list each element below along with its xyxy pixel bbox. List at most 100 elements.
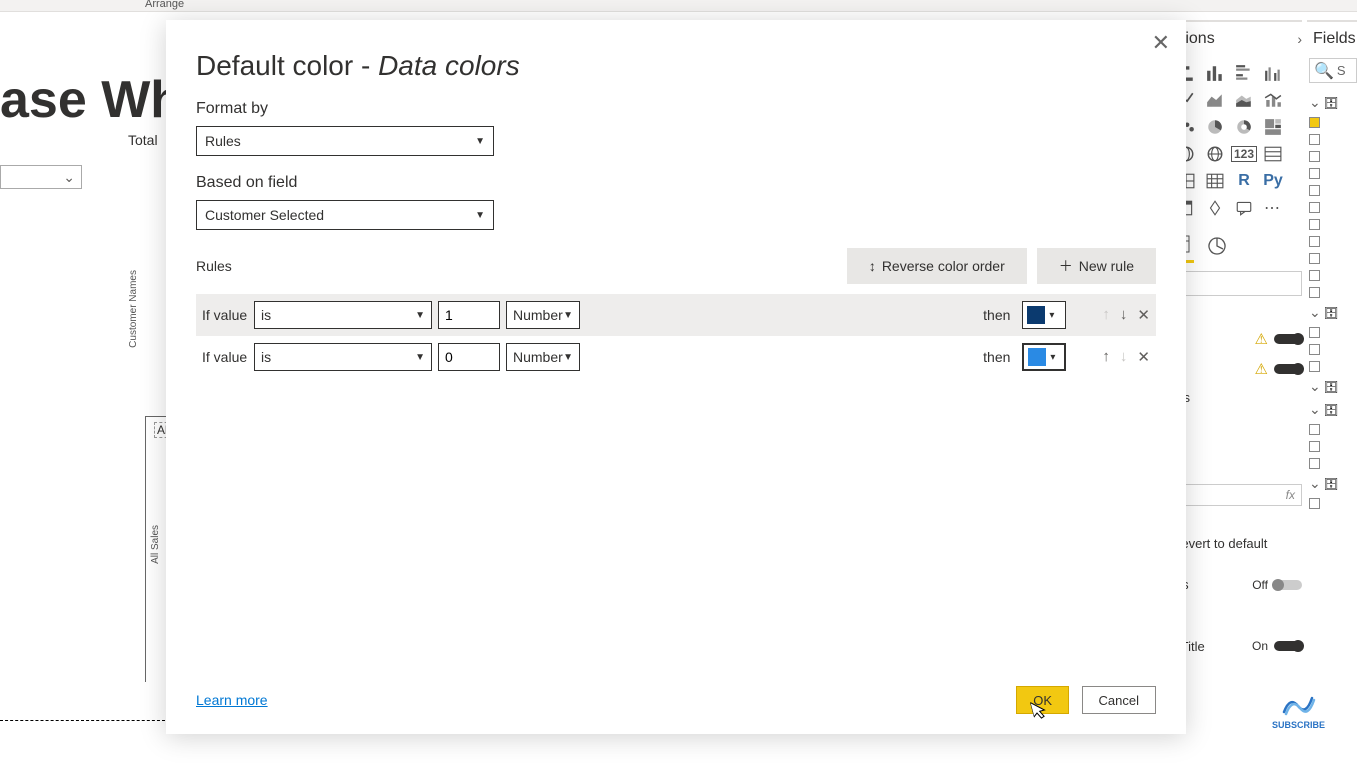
checkbox[interactable]	[1309, 270, 1320, 281]
viz-filled-map-icon[interactable]	[1201, 141, 1229, 167]
format-prop-row[interactable]: ⚠	[1172, 324, 1302, 354]
field-item[interactable]	[1307, 324, 1357, 341]
checkbox[interactable]	[1309, 498, 1320, 509]
viz-treemap-icon[interactable]	[1259, 114, 1287, 140]
format-prop-row[interactable]: ⚠	[1172, 354, 1302, 384]
field-item[interactable]	[1307, 267, 1357, 284]
field-item[interactable]	[1307, 284, 1357, 301]
format-data-colors[interactable]: ors	[1172, 384, 1302, 411]
toggle-on[interactable]	[1274, 364, 1302, 374]
new-rule-button[interactable]: ＋New rule	[1037, 248, 1156, 284]
format-tab-icon[interactable]	[1206, 235, 1228, 262]
checkbox[interactable]	[1309, 327, 1320, 338]
checkbox[interactable]	[1309, 424, 1320, 435]
toggle-off[interactable]	[1274, 580, 1302, 590]
reverse-color-order-button[interactable]: ↕Reverse color order	[847, 248, 1027, 284]
format-by-select[interactable]: Rules ▼	[196, 126, 494, 156]
field-table-expanded[interactable]: ⌄🗄	[1307, 91, 1357, 114]
viz-matrix-icon[interactable]	[1201, 168, 1229, 194]
rule-value-input[interactable]	[438, 301, 500, 329]
slicer-dropdown[interactable]: ⌄	[0, 165, 82, 189]
table-icon: 🗄	[1325, 380, 1338, 393]
fields-search[interactable]: 🔍S	[1309, 58, 1357, 83]
viz-qa-icon[interactable]	[1230, 195, 1258, 221]
viz-clustered-bar-icon[interactable]	[1230, 60, 1258, 86]
cancel-button[interactable]: Cancel	[1082, 686, 1156, 714]
checkbox[interactable]	[1309, 441, 1320, 452]
checkbox[interactable]	[1309, 253, 1320, 264]
caret-down-icon: ▼	[415, 352, 425, 363]
viz-pie-icon[interactable]	[1201, 114, 1229, 140]
field-item[interactable]	[1307, 421, 1357, 438]
viz-area-icon[interactable]	[1201, 87, 1229, 113]
field-item[interactable]	[1307, 216, 1357, 233]
field-item[interactable]	[1307, 341, 1357, 358]
field-item[interactable]	[1307, 182, 1357, 199]
checkbox[interactable]	[1309, 344, 1320, 355]
checkbox[interactable]	[1309, 219, 1320, 230]
viz-donut-icon[interactable]	[1230, 114, 1258, 140]
format-by-label: Format by	[196, 100, 1156, 118]
field-table-collapsed[interactable]: ⌄🗄	[1307, 472, 1357, 495]
viz-python-icon[interactable]: Py	[1259, 168, 1287, 194]
checkbox[interactable]	[1309, 458, 1320, 469]
viz-gauge-icon[interactable]: 123	[1230, 141, 1258, 167]
subscribe-badge[interactable]: SUBSCRIBE	[1272, 692, 1325, 730]
checkbox[interactable]	[1309, 185, 1320, 196]
field-table-expanded[interactable]: ⌄🗄	[1307, 301, 1357, 324]
viz-clustered-column-icon[interactable]	[1259, 60, 1287, 86]
rule-value-input[interactable]	[438, 343, 500, 371]
checkbox[interactable]	[1309, 287, 1320, 298]
viz-decomposition-icon[interactable]	[1201, 195, 1229, 221]
checkbox[interactable]	[1309, 168, 1320, 179]
viz-line-stacked-column-icon[interactable]	[1259, 87, 1287, 113]
checkbox[interactable]	[1309, 117, 1320, 128]
rule-type-select[interactable]: Number▼	[506, 301, 580, 329]
field-item[interactable]	[1307, 495, 1357, 512]
move-up-icon[interactable]: ↑	[1102, 348, 1110, 366]
viz-more-icon[interactable]: ⋯	[1259, 195, 1287, 221]
rule-type-select[interactable]: Number▼	[506, 343, 580, 371]
checkbox[interactable]	[1309, 134, 1320, 145]
field-table-expanded[interactable]: ⌄🗄	[1307, 375, 1357, 398]
checkbox[interactable]	[1309, 236, 1320, 247]
viz-stacked-area-icon[interactable]	[1230, 87, 1258, 113]
field-item[interactable]	[1307, 438, 1357, 455]
move-down-icon[interactable]: ↓	[1120, 306, 1128, 324]
based-on-field-select[interactable]: Customer Selected ▼	[196, 200, 494, 230]
rule-operator-select[interactable]: is▼	[254, 301, 432, 329]
field-item[interactable]	[1307, 233, 1357, 250]
checkbox[interactable]	[1309, 151, 1320, 162]
viz-r-script-icon[interactable]: R	[1230, 168, 1258, 194]
caret-down-icon: ▼	[475, 210, 485, 221]
color-picker[interactable]: ▾	[1022, 301, 1066, 329]
rule-operator-select[interactable]: is▼	[254, 343, 432, 371]
field-item[interactable]	[1307, 165, 1357, 182]
field-item[interactable]	[1307, 114, 1357, 131]
checkbox[interactable]	[1309, 202, 1320, 213]
viz-stacked-column-icon[interactable]	[1201, 60, 1229, 86]
field-item[interactable]	[1307, 131, 1357, 148]
viz-card-icon[interactable]	[1259, 141, 1287, 167]
field-item[interactable]	[1307, 358, 1357, 375]
field-item[interactable]	[1307, 250, 1357, 267]
fx-button[interactable]: fx	[1172, 484, 1302, 506]
color-picker[interactable]: ▾	[1022, 343, 1066, 371]
format-data-labels[interactable]: els Off	[1172, 571, 1302, 598]
delete-rule-icon[interactable]: ✕	[1137, 348, 1150, 366]
checkbox[interactable]	[1309, 361, 1320, 372]
format-search[interactable]: h	[1172, 271, 1302, 296]
field-item[interactable]	[1307, 148, 1357, 165]
chevron-down-icon: ⌄	[1309, 475, 1321, 492]
revert-to-default[interactable]: Revert to default	[1172, 534, 1302, 553]
field-table-collapsed[interactable]: ⌄🗄	[1307, 398, 1357, 421]
close-button[interactable]: ✕	[1152, 32, 1170, 54]
toggle-on[interactable]	[1274, 641, 1302, 651]
format-title[interactable]: ›Title On	[1172, 632, 1302, 660]
toggle-on[interactable]	[1274, 334, 1302, 344]
chevron-right-icon[interactable]: ›	[1297, 31, 1302, 47]
field-item[interactable]	[1307, 455, 1357, 472]
learn-more-link[interactable]: Learn more	[196, 692, 268, 708]
delete-rule-icon[interactable]: ✕	[1137, 306, 1150, 324]
field-item[interactable]	[1307, 199, 1357, 216]
